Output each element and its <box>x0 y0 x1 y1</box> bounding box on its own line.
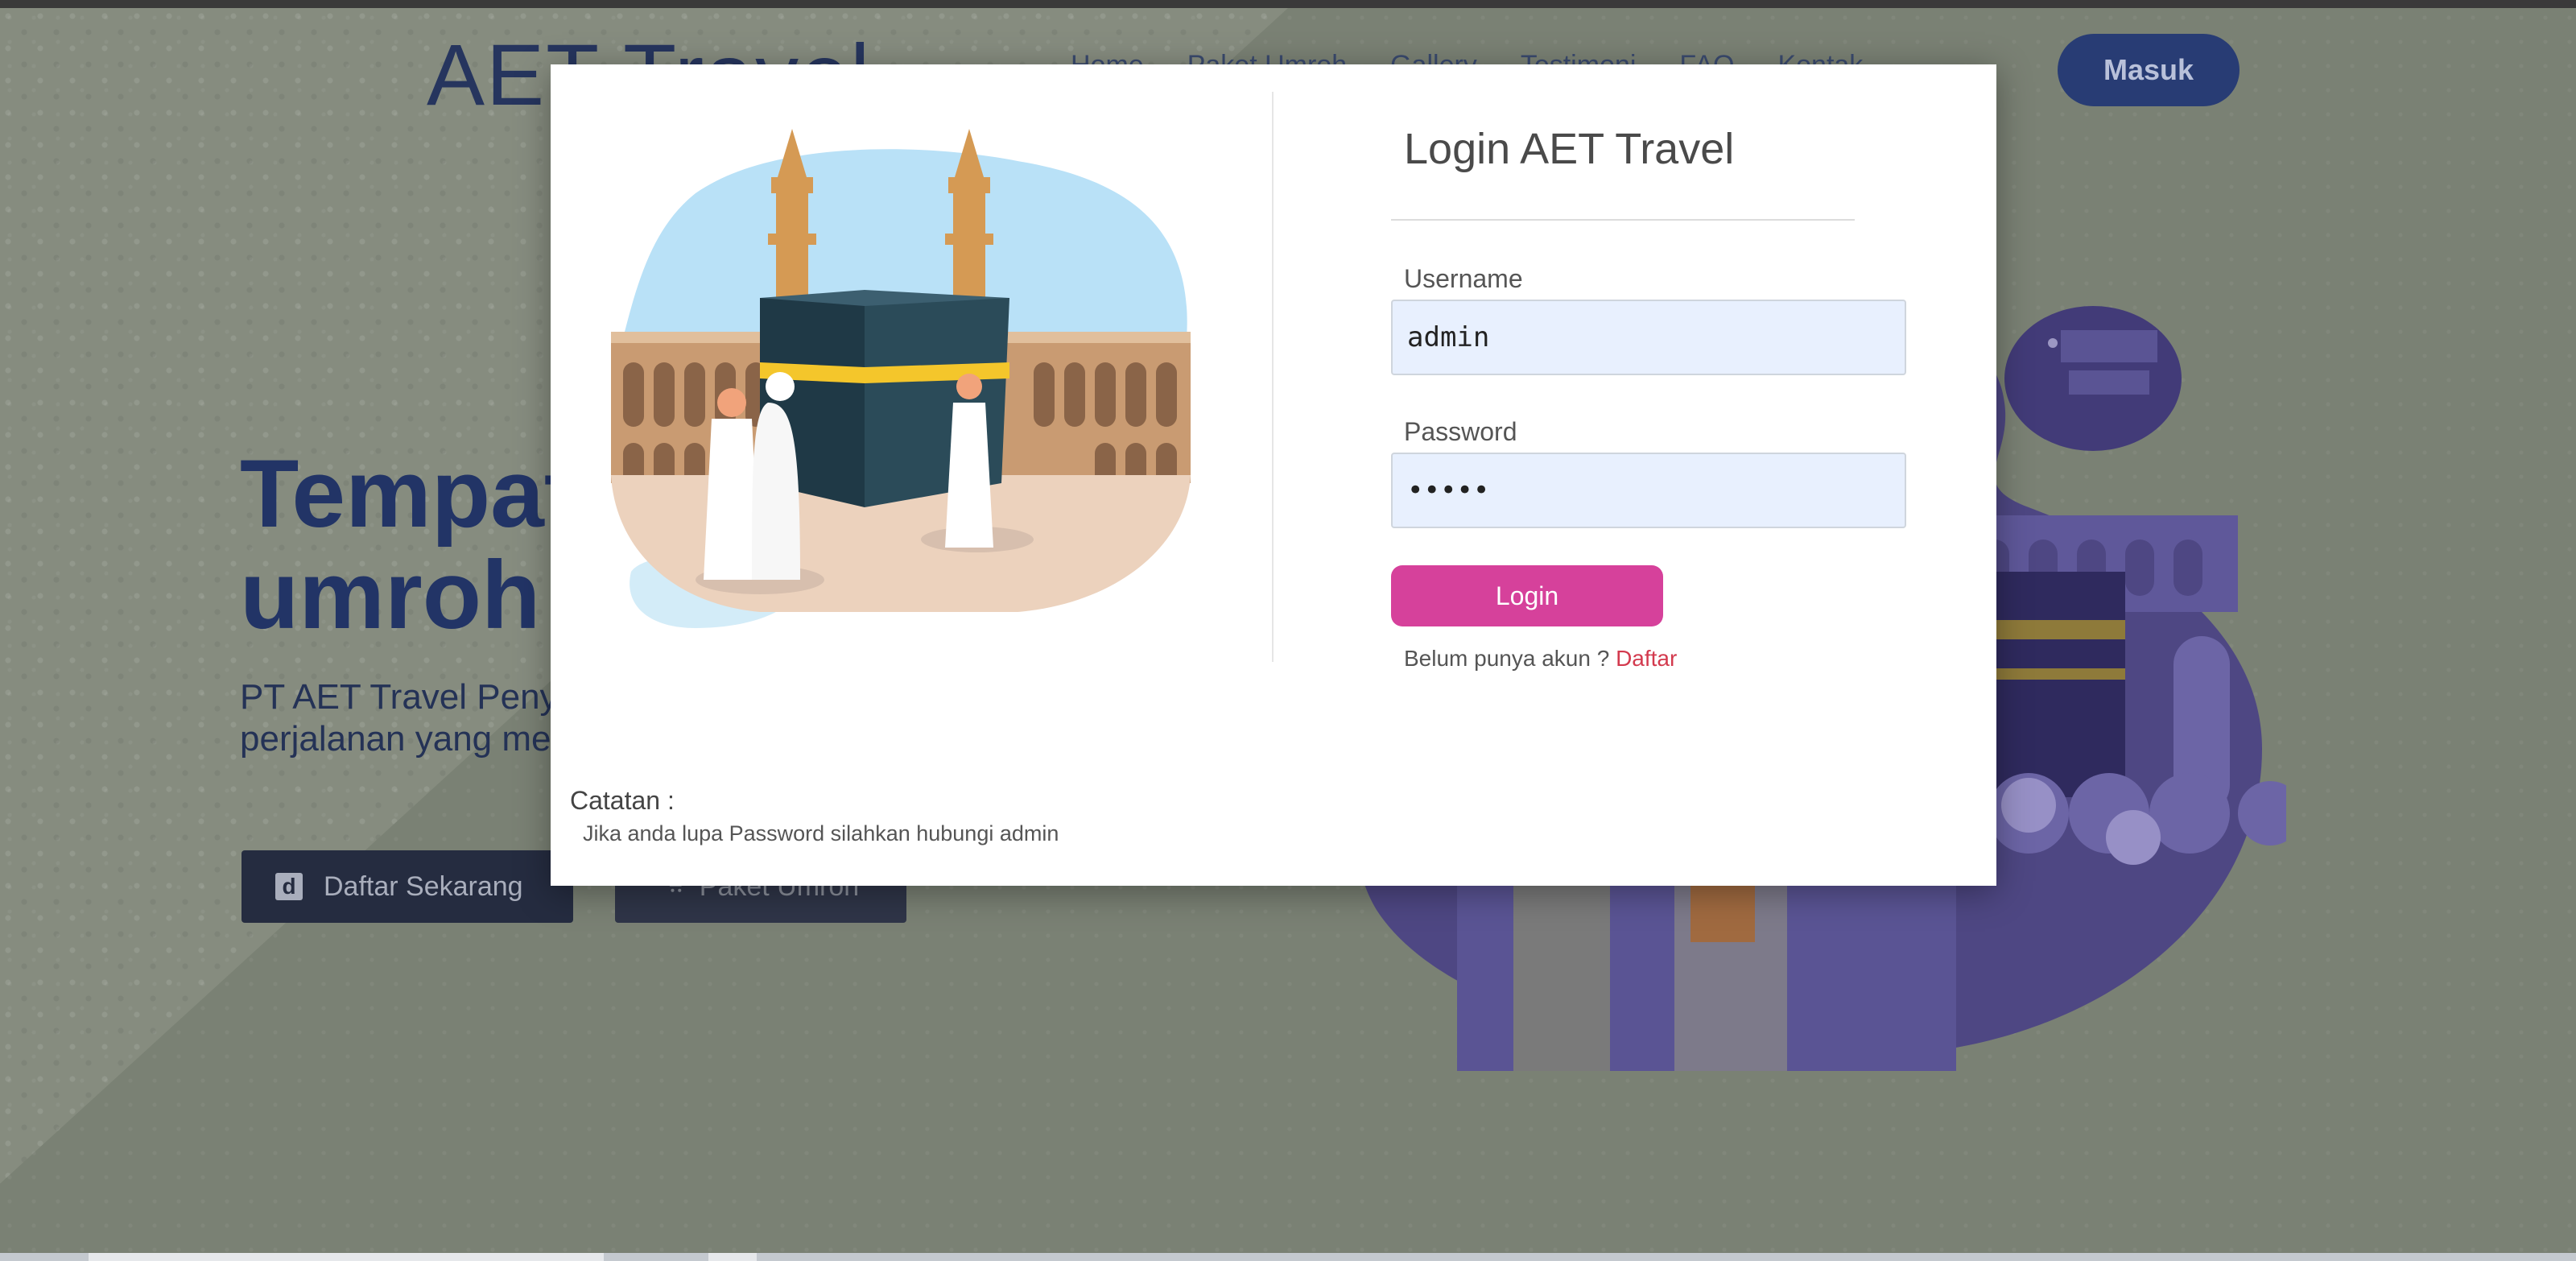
password-label: Password <box>1404 417 1517 446</box>
register-prompt-text: Belum punya akun ? <box>1404 646 1610 671</box>
scrollbar-segment <box>708 1253 757 1261</box>
masuk-button[interactable]: Masuk <box>2058 34 2240 106</box>
username-input[interactable]: admin <box>1391 300 1906 375</box>
d-icon: d <box>275 873 303 900</box>
modal-divider <box>1272 92 1274 662</box>
daftar-sekarang-label: Daftar Sekarang <box>324 870 523 902</box>
kaaba-illustration <box>611 129 1191 628</box>
bottom-scrollbar[interactable] <box>0 1253 2576 1261</box>
login-modal: Login AET Travel Username admin Password… <box>551 64 1996 886</box>
title-divider <box>1391 219 1855 221</box>
register-link[interactable]: Daftar <box>1616 646 1677 671</box>
login-title: Login AET Travel <box>1404 125 1735 173</box>
scrollbar-segment <box>89 1253 604 1261</box>
password-input[interactable]: ••••• <box>1391 453 1906 528</box>
note-body: Jika anda lupa Password silahkan hubungi… <box>583 821 1059 845</box>
username-label: Username <box>1404 264 1523 293</box>
daftar-sekarang-button[interactable]: d Daftar Sekarang <box>242 850 573 923</box>
browser-top-strip <box>0 0 2576 8</box>
register-prompt: Belum punya akun ? Daftar <box>1404 646 1677 672</box>
note-title: Catatan : <box>570 786 675 815</box>
login-submit-button[interactable]: Login <box>1391 565 1663 626</box>
